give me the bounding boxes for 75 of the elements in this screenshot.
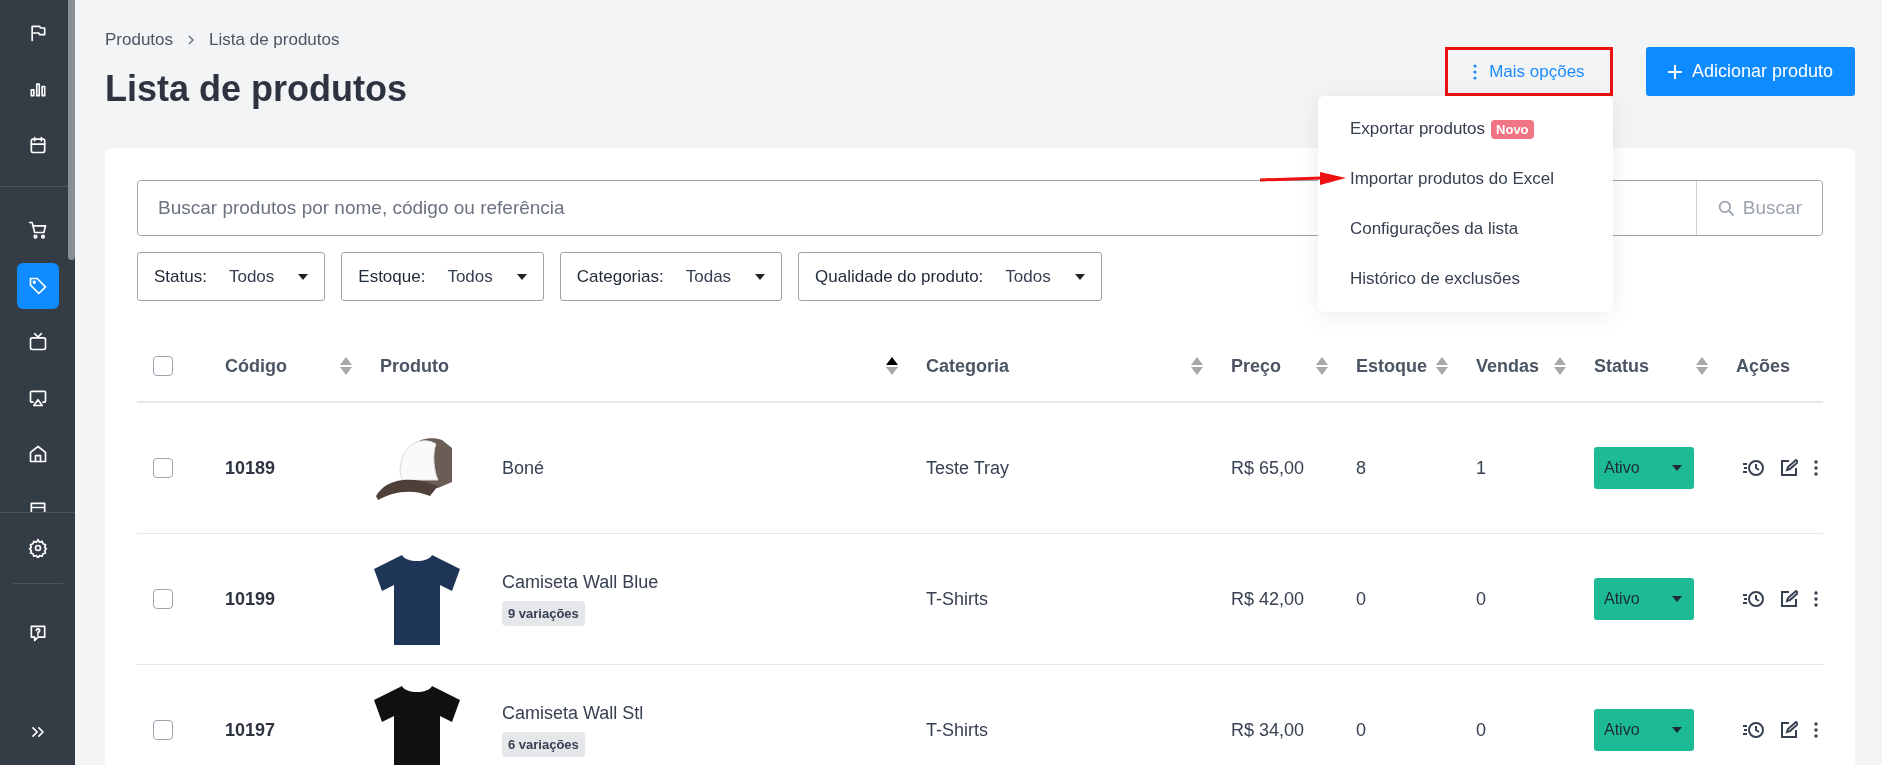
breadcrumb-item[interactable]: Produtos <box>105 30 174 50</box>
column-header[interactable]: Estoque <box>1356 355 1427 377</box>
column-header[interactable]: Produto <box>380 355 449 377</box>
price-text: R$ 65,00 <box>1231 457 1305 479</box>
history-icon[interactable] <box>1742 459 1764 477</box>
caret-down-icon <box>1074 273 1085 280</box>
settings-icon <box>27 538 48 558</box>
search-icon <box>1716 199 1735 217</box>
category-text: T-Shirts <box>926 719 988 741</box>
category-text: T-Shirts <box>926 588 988 610</box>
stock-text: 0 <box>1356 719 1366 741</box>
caret-down-icon <box>1672 465 1682 471</box>
product-name[interactable]: Camiseta Wall Stl <box>502 703 644 724</box>
category-text: Teste Tray <box>926 457 1010 479</box>
column-header[interactable]: Status <box>1594 355 1649 377</box>
menu-item[interactable]: Configurações da lista <box>1349 219 1519 239</box>
cart-icon <box>27 220 48 240</box>
edit-icon[interactable] <box>1780 590 1798 608</box>
menu-item[interactable]: Histórico de exclusões <box>1349 269 1520 289</box>
filter-dropdown[interactable]: Qualidade do produto: Todos <box>798 252 1102 301</box>
status-dropdown[interactable]: Ativo <box>1594 709 1694 751</box>
product-code: 10197 <box>225 719 276 741</box>
sidebar-item[interactable] <box>16 263 59 309</box>
sort-icon[interactable] <box>886 357 898 375</box>
column-header[interactable]: Categoria <box>926 355 1010 377</box>
status-dropdown[interactable]: Ativo <box>1594 447 1694 489</box>
kebab-icon[interactable] <box>1814 722 1818 738</box>
sales-text: 0 <box>1476 719 1486 741</box>
kebab-icon <box>1473 63 1478 80</box>
row-checkbox[interactable] <box>153 589 173 609</box>
column-header: Ações <box>1736 355 1791 377</box>
caret-down-icon <box>516 273 527 280</box>
sales-text: 0 <box>1476 588 1486 610</box>
stock-text: 8 <box>1356 457 1366 479</box>
stock-text: 0 <box>1356 588 1366 610</box>
tag-icon <box>27 276 48 296</box>
status-dropdown[interactable]: Ativo <box>1594 578 1694 620</box>
filter-dropdown[interactable]: Status: Todos <box>137 252 326 301</box>
caret-down-icon <box>1672 596 1682 602</box>
breadcrumb-item: Lista de produtos <box>209 30 340 50</box>
caret-down-icon <box>755 273 766 280</box>
page-title: Lista de produtos <box>105 68 407 110</box>
kebab-icon[interactable] <box>1814 591 1818 607</box>
row-checkbox[interactable] <box>153 720 173 740</box>
history-icon[interactable] <box>1742 590 1764 608</box>
caret-down-icon <box>1672 727 1682 733</box>
select-all-checkbox[interactable] <box>153 356 173 376</box>
menu-item[interactable]: Exportar produtos <box>1349 119 1486 139</box>
edit-icon[interactable] <box>1780 721 1798 739</box>
product-code: 10189 <box>225 457 276 479</box>
variations-tag: 9 variações <box>502 601 585 626</box>
history-icon[interactable] <box>1742 721 1764 739</box>
screen-cast-icon <box>27 388 48 408</box>
price-text: R$ 42,00 <box>1231 588 1305 610</box>
variations-tag: 6 variações <box>502 732 585 757</box>
column-header[interactable]: Vendas <box>1476 355 1540 377</box>
chevron-icon <box>187 34 196 46</box>
edit-icon[interactable] <box>1780 459 1798 477</box>
kebab-icon[interactable] <box>1814 460 1818 476</box>
filter-dropdown[interactable]: Estoque: Todos <box>341 252 544 301</box>
tv-icon <box>27 332 48 352</box>
new-badge: Novo <box>1491 119 1534 139</box>
column-header[interactable]: Código <box>225 355 287 377</box>
sales-text: 1 <box>1476 457 1486 479</box>
scrollbar[interactable] <box>68 0 75 260</box>
product-code: 10199 <box>225 588 276 610</box>
filter-dropdown[interactable]: Categorias: Todas <box>559 252 783 301</box>
row-checkbox[interactable] <box>153 458 173 478</box>
product-name[interactable]: Camiseta Wall Blue <box>502 572 659 593</box>
plus-icon <box>1667 64 1682 79</box>
caret-down-icon <box>298 273 309 280</box>
home-icon <box>27 444 48 464</box>
price-text: R$ 34,00 <box>1231 719 1305 741</box>
product-name[interactable]: Boné <box>502 457 545 479</box>
column-header[interactable]: Preço <box>1231 355 1282 377</box>
